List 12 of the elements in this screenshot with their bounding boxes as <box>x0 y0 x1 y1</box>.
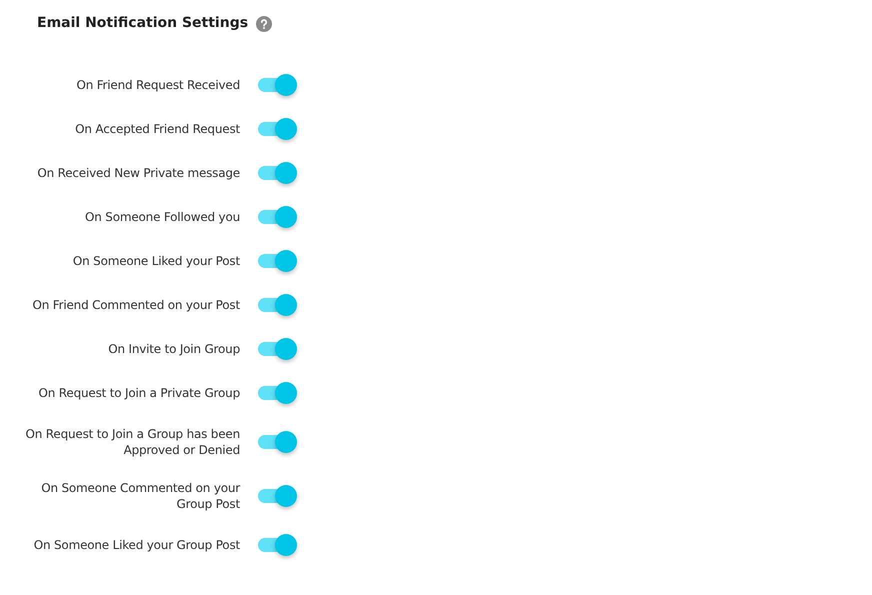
setting-label: On Someone Commented on your Group Post <box>40 480 240 512</box>
setting-label: On Someone Followed you <box>84 209 240 225</box>
setting-label: On Someone Liked your Post <box>72 253 240 269</box>
setting-label: On Accepted Friend Request <box>74 121 240 137</box>
section-title: Email Notification Settings <box>37 14 248 33</box>
setting-label: On Received New Private message <box>36 165 240 181</box>
setting-label: On Request to Join a Group has been Approved or Denied <box>24 426 240 458</box>
setting-label: On Friend Request Received <box>75 77 240 93</box>
setting-label: On Someone Liked your Group Post <box>32 537 240 553</box>
setting-label: On Friend Commented on your Post <box>32 297 240 313</box>
setting-label: On Request to Join a Private Group <box>38 385 240 401</box>
setting-label: On Invite to Join Group <box>107 341 240 357</box>
